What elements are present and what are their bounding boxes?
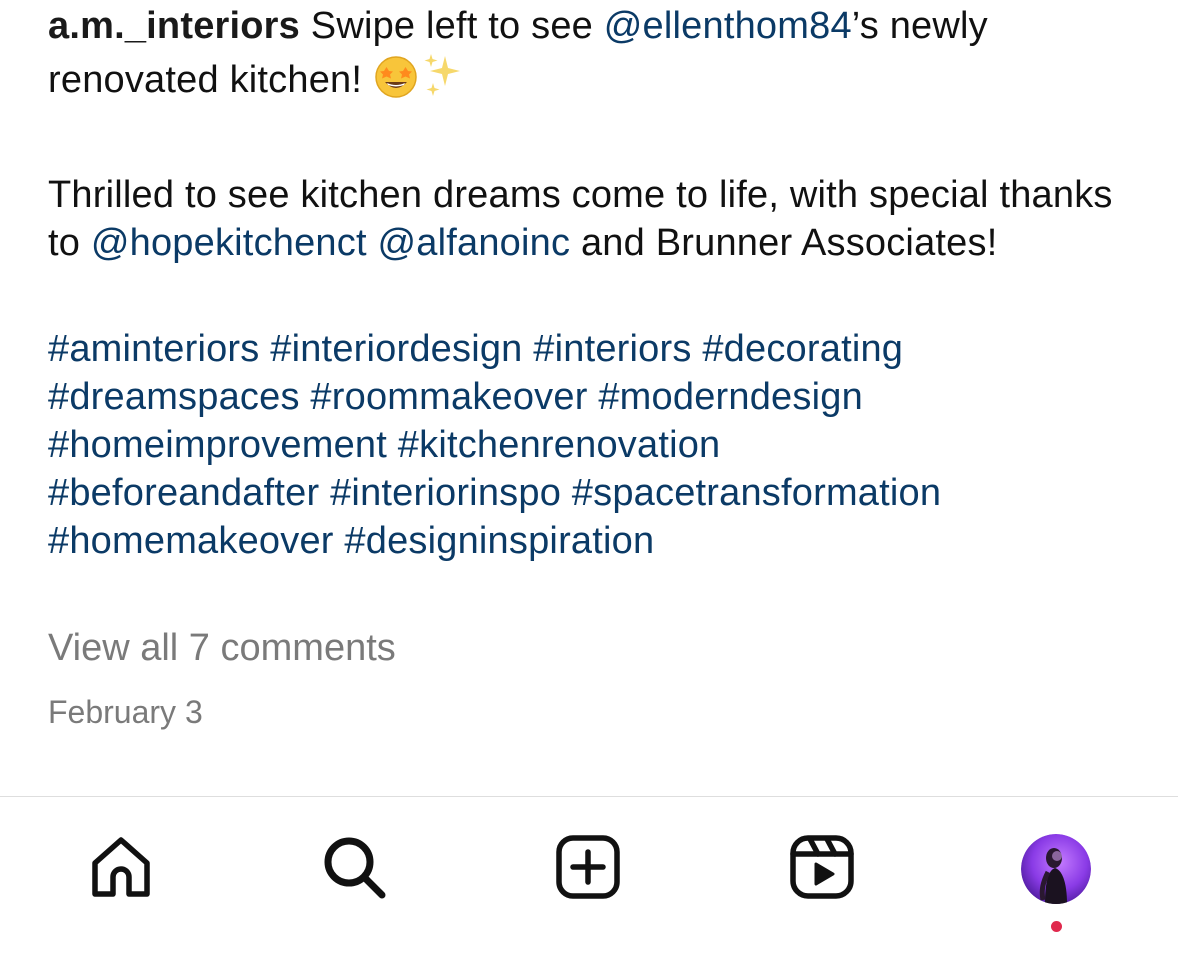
hashtag-link[interactable]: #homeimprovement (48, 424, 387, 466)
caption-text: Swipe left to see (300, 5, 604, 47)
caption-paragraph-1: a.m._interiors Swipe left to see @ellent… (48, 2, 1148, 112)
mention-ellenthom84[interactable]: @ellenthom84 (604, 5, 852, 47)
caption-text: and Brunner Associates! (570, 222, 998, 264)
hashtag-link[interactable]: #aminteriors (48, 328, 259, 370)
hashtag-link[interactable]: #decorating (702, 328, 903, 370)
mention-hopekitchenct[interactable]: @hopekitchenct (91, 222, 367, 264)
tab-profile[interactable] (1020, 833, 1092, 905)
sparkles-emoji (419, 50, 469, 112)
hashtag-link[interactable]: #moderndesign (598, 376, 863, 418)
view-all-comments-link[interactable]: View all 7 comments (48, 624, 396, 672)
home-icon (87, 833, 155, 906)
profile-notification-dot (1051, 921, 1062, 932)
hashtag-link[interactable]: #dreamspaces (48, 376, 300, 418)
tab-reels[interactable] (786, 833, 858, 905)
caption-text: ’s newly (851, 5, 988, 47)
hashtag-link[interactable]: #kitchenrenovation (398, 424, 721, 466)
hashtag-link[interactable]: #beforeandafter (48, 472, 319, 514)
mention-alfanoinc[interactable]: @alfanoinc (378, 222, 571, 264)
reels-icon (788, 833, 856, 906)
hashtag-link[interactable]: #designinspiration (344, 520, 654, 562)
search-icon (320, 833, 388, 906)
tab-home[interactable] (85, 833, 157, 905)
profile-avatar (1021, 834, 1091, 904)
caption-text (367, 222, 378, 264)
create-post-icon (554, 833, 622, 906)
tab-create-post[interactable] (552, 833, 624, 905)
hashtag-link[interactable]: #interiordesign (270, 328, 522, 370)
hashtag-link[interactable]: #homemakeover (48, 520, 334, 562)
tab-search[interactable] (318, 833, 390, 905)
post-caption: a.m._interiors Swipe left to see @ellent… (48, 2, 1148, 565)
bottom-tab-bar (0, 796, 1178, 967)
username-link[interactable]: a.m._interiors (48, 5, 300, 47)
caption-text: renovated kitchen! (48, 59, 373, 101)
caption-hashtags: #aminteriors #interiordesign #interiors … (48, 325, 1148, 565)
post-date: February 3 (48, 694, 203, 730)
hashtag-link[interactable]: #roommakeover (310, 376, 587, 418)
hashtag-link[interactable]: #spacetransformation (572, 472, 941, 514)
hashtag-link[interactable]: #interiorinspo (330, 472, 561, 514)
caption-paragraph-2: Thrilled to see kitchen dreams come to l… (48, 171, 1148, 267)
star-struck-emoji (373, 54, 419, 112)
hashtag-link[interactable]: #interiors (533, 328, 691, 370)
